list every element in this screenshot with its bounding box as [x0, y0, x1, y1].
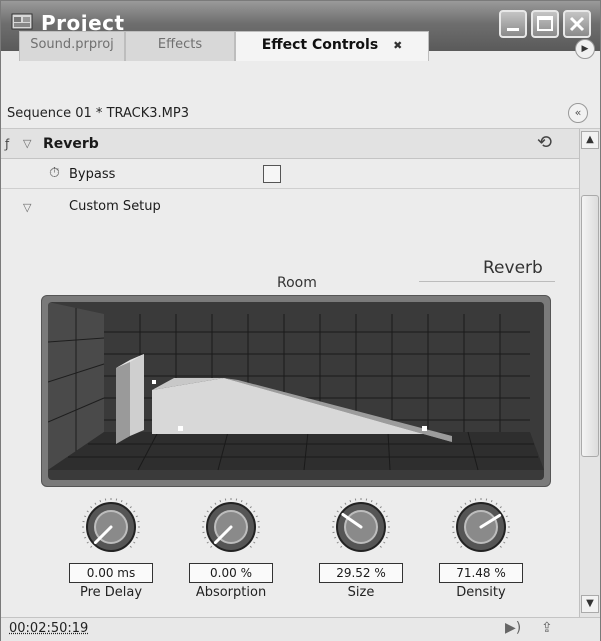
room-view — [48, 302, 544, 480]
bypass-row: ⏱ Bypass — [1, 159, 579, 189]
knob-icon — [82, 498, 140, 552]
custom-setup-row: ▽ Custom Setup — [1, 189, 579, 223]
effect-controls-area: ƒ ▽ Reverb ⟲ ⏱ Bypass ▽ Custom Setup Rev… — [1, 129, 579, 617]
tab-sound-prproj[interactable]: Sound.prproj — [19, 31, 125, 61]
size-label: Size — [347, 585, 375, 600]
scroll-up-icon[interactable]: ▲ — [581, 131, 599, 149]
knob-icon — [452, 498, 510, 552]
scroll-thumb[interactable] — [581, 195, 599, 457]
effect-header-row[interactable]: ƒ ▽ Reverb ⟲ — [1, 129, 579, 159]
scroll-down-icon[interactable]: ▼ — [581, 595, 599, 613]
density-label: Density — [456, 585, 506, 600]
fx-enable-icon[interactable]: ƒ — [5, 137, 9, 151]
room-visualization — [48, 302, 544, 471]
density-value[interactable]: 71.48 % — [439, 563, 523, 583]
absorption-value[interactable]: 0.00 % — [189, 563, 273, 583]
size-value[interactable]: 29.52 % — [319, 563, 403, 583]
stopwatch-icon[interactable]: ⏱ — [49, 165, 60, 181]
effect-name: Reverb — [43, 136, 99, 152]
room-handle[interactable] — [178, 426, 183, 431]
knob-pre-delay: 0.00 ms Pre Delay — [63, 487, 163, 617]
knob-absorption: 0.00 % Absorption — [183, 487, 283, 617]
project-window: Project Sound.prproj Effects Effect Cont… — [0, 0, 601, 641]
reverb-divider — [419, 281, 555, 282]
knob-density: 71.48 % Density — [433, 487, 533, 617]
tab-strip: Sound.prproj Effects Effect Controls ✖ — [1, 31, 600, 63]
reset-icon[interactable]: ⟲ — [537, 132, 552, 153]
absorption-dial[interactable] — [201, 497, 261, 557]
twirl-down-icon[interactable]: ▽ — [23, 137, 31, 150]
knob-size: 29.52 % Size — [313, 487, 413, 617]
tab-effects[interactable]: Effects — [125, 31, 235, 61]
pre-delay-value[interactable]: 0.00 ms — [69, 563, 153, 583]
tab-label: Effect Controls — [261, 37, 379, 53]
pre-delay-dial[interactable] — [81, 497, 141, 557]
knob-icon — [332, 498, 390, 552]
project-window-icon — [11, 13, 33, 30]
custom-setup-label: Custom Setup — [69, 199, 161, 214]
footer-bar: 00:02:50:19 ▶) ⇪ — [1, 617, 600, 641]
panel-menu-icon[interactable]: ▶ — [575, 39, 595, 59]
tab-label: Sound.prproj — [30, 37, 114, 52]
sequence-label[interactable]: Sequence 01 * TRACK3.MP3 — [7, 106, 189, 121]
export-icon[interactable]: ⇪ — [541, 620, 553, 636]
vertical-scrollbar[interactable]: ▲ ▼ — [579, 129, 600, 617]
play-audio-icon[interactable]: ▶) — [505, 620, 521, 636]
bypass-label: Bypass — [69, 167, 116, 182]
sequence-header: Sequence 01 * TRACK3.MP3 « — [1, 63, 600, 129]
room-label: Room — [277, 275, 317, 291]
knob-icon — [202, 498, 260, 552]
size-dial[interactable] — [331, 497, 391, 557]
absorption-label: Absorption — [195, 585, 267, 600]
tab-effect-controls[interactable]: Effect Controls ✖ — [235, 31, 429, 61]
timecode[interactable]: 00:02:50:19 — [9, 621, 88, 636]
bypass-checkbox[interactable] — [263, 165, 281, 183]
room-handle[interactable] — [422, 426, 427, 431]
reverb-tag: Reverb — [483, 258, 543, 278]
collapse-icon[interactable]: « — [568, 103, 588, 123]
tab-close-icon[interactable]: ✖ — [393, 39, 402, 52]
tab-label: Effects — [157, 37, 203, 52]
room-handle[interactable] — [152, 380, 156, 384]
density-dial[interactable] — [451, 497, 511, 557]
twirl-down-icon[interactable]: ▽ — [23, 201, 31, 214]
room-display[interactable] — [41, 295, 551, 487]
pre-delay-label: Pre Delay — [79, 585, 143, 600]
